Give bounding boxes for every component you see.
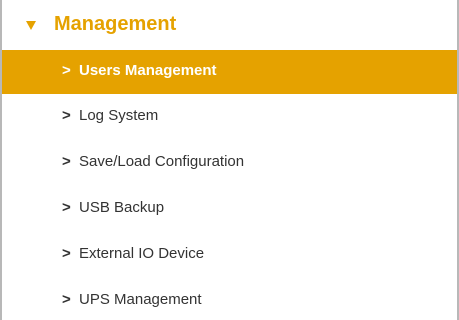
menu-item-log-system[interactable]: > Log System — [2, 94, 457, 140]
menu-item-ups-management[interactable]: > UPS Management — [2, 278, 457, 320]
menu-item-label: USB Backup — [79, 199, 165, 216]
menu-item-label: External IO Device — [79, 245, 205, 262]
menu-item-label: Log System — [79, 107, 159, 124]
menu-item-external-io-device[interactable]: > External IO Device — [2, 232, 457, 278]
chevron-right-icon: > — [62, 199, 71, 216]
menu-item-label: UPS Management — [79, 291, 202, 308]
management-submenu: > Users Management > Log System > Save/L… — [2, 50, 457, 320]
management-section-header[interactable]: Management — [2, 0, 457, 50]
chevron-right-icon: > — [62, 291, 71, 308]
chevron-right-icon: > — [62, 245, 71, 262]
menu-item-users-management[interactable]: > Users Management — [2, 50, 457, 94]
section-title: Management — [54, 13, 177, 35]
menu-item-save-load-configuration[interactable]: > Save/Load Configuration — [2, 140, 457, 186]
triangle-down-icon[interactable] — [26, 21, 36, 30]
management-menu-panel: Management > Users Management > Log Syst… — [0, 0, 459, 320]
menu-item-label: Save/Load Configuration — [79, 153, 245, 170]
menu-item-label: Users Management — [79, 62, 217, 79]
chevron-right-icon: > — [62, 107, 71, 124]
menu-item-usb-backup[interactable]: > USB Backup — [2, 186, 457, 232]
chevron-right-icon: > — [62, 153, 71, 170]
chevron-right-icon: > — [62, 62, 71, 79]
